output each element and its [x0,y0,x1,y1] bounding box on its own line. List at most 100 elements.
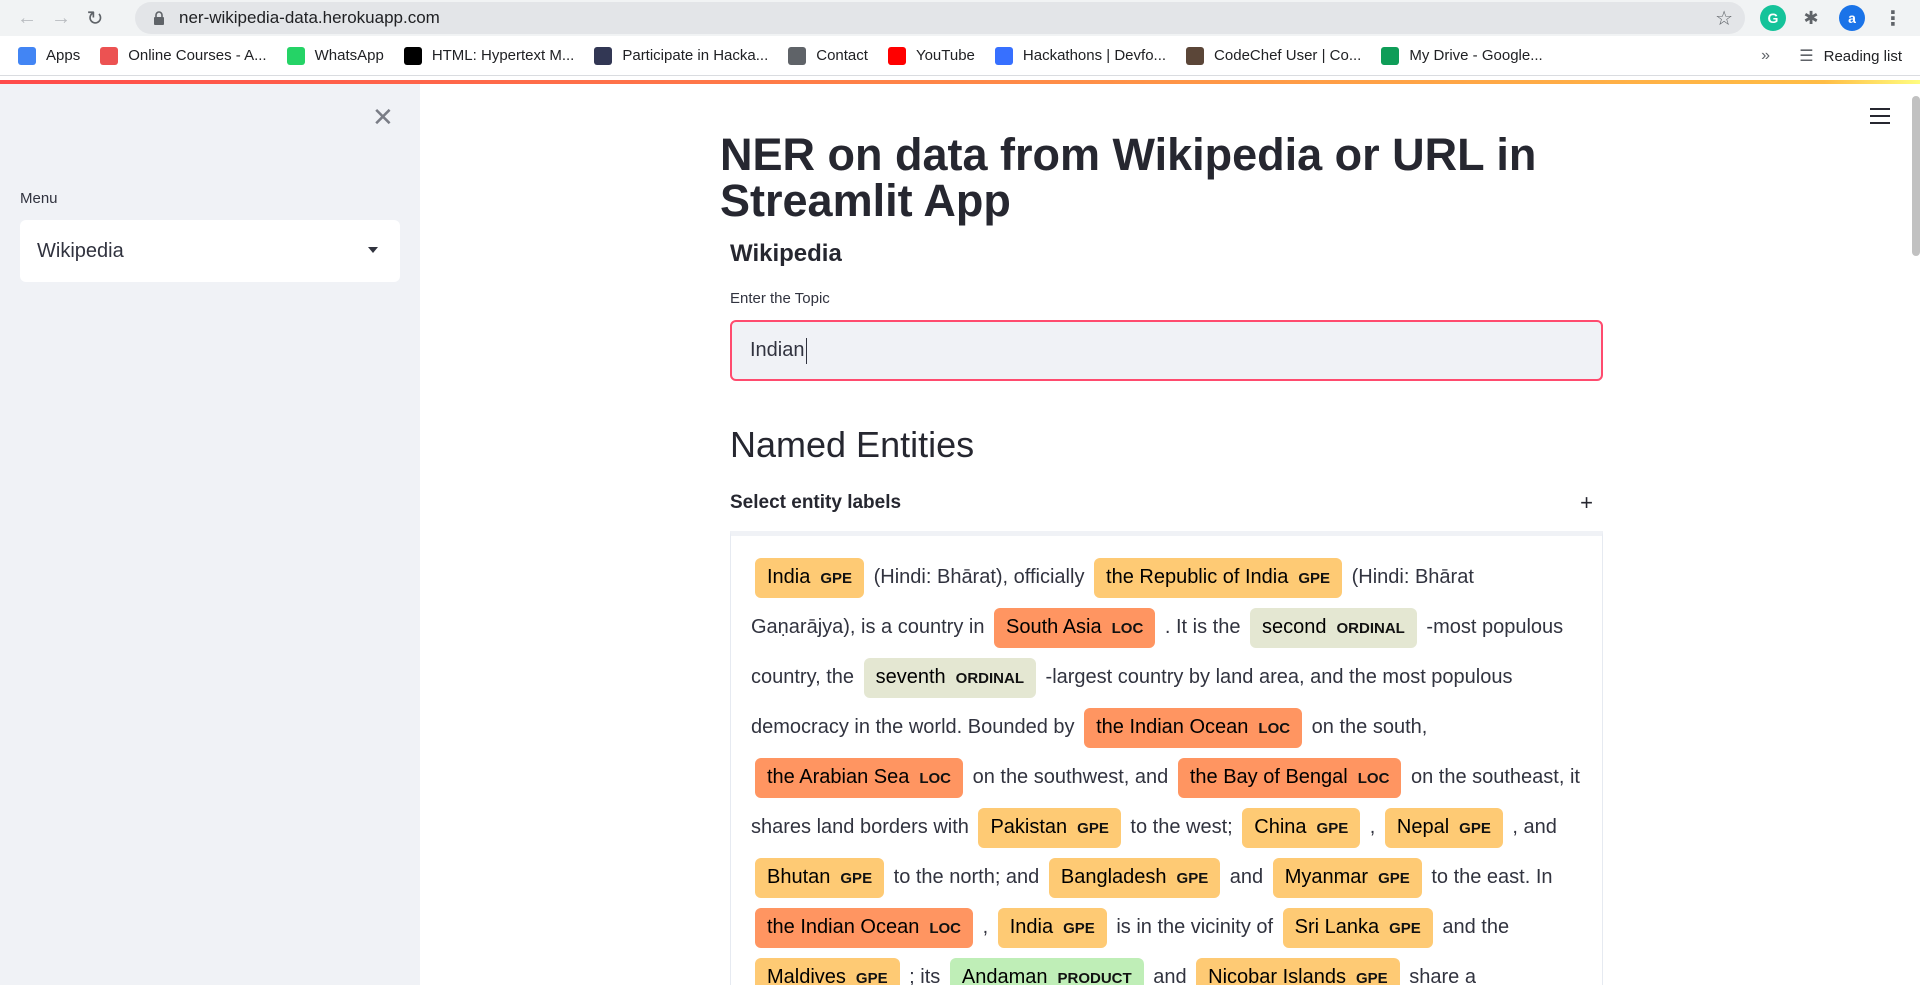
kebab-menu-icon[interactable]: ⋮ [1880,5,1906,31]
entity-highlight: the Arabian Sea LOC [755,758,964,798]
entity-text: India [767,566,811,588]
entity-text: the Arabian Sea [767,766,910,788]
bookmark-item[interactable]: Apps [8,36,90,76]
bookmark-star-icon[interactable]: ☆ [1715,6,1733,31]
entity-text: Nicobar Islands [1208,966,1346,985]
entity-highlight: Andaman PRODUCT [949,958,1144,985]
bookmark-label: WhatsApp [314,47,384,64]
entity-label: ORDINAL [1336,620,1405,637]
apps-grid-icon [18,46,36,65]
topic-input[interactable]: Indian [730,320,1603,381]
entity-label: LOC [1111,620,1144,637]
reading-list-icon: ☰ [1799,48,1814,65]
more-bookmarks-icon[interactable]: » [1761,36,1770,76]
entity-highlight: Nicobar Islands GPE [1196,958,1400,985]
entity-highlight: the Republic of India GPE [1094,558,1343,598]
entity-label: GPE [1316,820,1349,837]
entity-text: Sri Lanka [1294,916,1380,938]
bookmark-item[interactable]: My Drive - Google... [1371,36,1552,76]
plain-text: to the north; and [893,866,1040,888]
plain-text: (Hindi: Bhārat), officially [873,566,1085,588]
main-content: NER on data from Wikipedia or URL in Str… [420,84,1920,985]
plain-text: ; its [909,966,941,985]
entity-text: seventh [875,666,946,688]
chevron-down-icon [368,247,378,253]
expand-plus-icon[interactable]: + [1580,490,1593,516]
bookmark-label: Contact [816,47,868,64]
entity-label: LOC [1357,770,1390,787]
entity-highlight: the Indian Ocean LOC [1084,708,1303,748]
plain-text: and the [1442,916,1510,938]
plain-text: and [1229,866,1264,888]
plain-text: , [1369,816,1376,838]
entity-highlight: the Bay of Bengal LOC [1177,758,1402,798]
hamburger-menu-icon[interactable] [1870,108,1890,124]
entity-label: GPE [1389,920,1421,937]
subheader: Wikipedia [730,240,842,267]
close-sidebar-icon[interactable]: ✕ [372,102,394,133]
plain-text: on the south, [1311,716,1428,738]
bookmark-label: Apps [46,47,81,64]
entity-label: GPE [1356,970,1388,985]
google-drive-icon [1381,46,1400,65]
reading-list-button[interactable]: ☰ Reading list [1799,36,1902,76]
menu-select[interactable]: Wikipedia [20,220,400,282]
menu-select-value: Wikipedia [37,239,124,262]
bookmark-item[interactable]: WhatsApp [277,36,394,76]
entity-highlight: Nepal GPE [1384,808,1503,848]
plain-text: on the southwest, and [972,766,1169,788]
entity-label: GPE [1063,920,1095,937]
hackerearth-icon [594,46,613,65]
plain-text: , [982,916,989,938]
bookmark-label: My Drive - Google... [1409,47,1543,64]
entity-text: China [1254,816,1307,838]
address-bar[interactable]: ner-wikipedia-data.herokuapp.com ☆ [135,2,1745,34]
bookmark-label: HTML: Hypertext M... [431,47,575,64]
bookmark-item[interactable]: Participate in Hacka... [584,36,778,76]
entity-highlight: India GPE [755,558,865,598]
bookmark-item[interactable]: YouTube [878,36,985,76]
reload-icon[interactable]: ↻ [78,1,112,35]
entity-highlight: Sri Lanka GPE [1282,908,1433,948]
plain-text: share a [1409,966,1476,985]
entity-highlight: Myanmar GPE [1272,858,1422,898]
plain-text: . It is the [1164,616,1241,638]
bookmarks-bar: Apps Online Courses - A... WhatsApp HTML: H… [0,36,1920,76]
plain-text: is in the vicinity of [1116,916,1274,938]
topic-input-label: Enter the Topic [730,290,830,307]
entity-text: the Bay of Bengal [1189,766,1348,788]
mdn-icon [403,46,422,65]
bookmark-item[interactable]: HTML: Hypertext M... [394,36,585,76]
bookmark-label: CodeChef User | Co... [1214,47,1362,64]
entity-label: GPE [1176,870,1209,887]
back-icon[interactable]: ← [10,1,44,35]
expander-label: Select entity labels [730,492,902,513]
whatsapp-icon [286,46,305,65]
page-title: NER on data from Wikipedia or URL in Str… [720,129,1537,226]
entity-highlight: China GPE [1242,808,1361,848]
grammarly-icon[interactable]: G [1760,5,1786,31]
bookmark-item[interactable]: Contact [778,36,878,76]
entity-text: Andaman [961,966,1048,985]
entity-text: the Indian Ocean [1096,716,1249,738]
entity-label: GPE [855,970,888,985]
entity-text: Maldives [767,966,846,985]
reading-list-label: Reading list [1823,47,1902,65]
bookmark-item[interactable]: Hackathons | Devfo... [985,36,1176,76]
profile-avatar[interactable]: a [1839,5,1865,31]
url-text: ner-wikipedia-data.herokuapp.com [179,8,440,27]
entity-label: GPE [1077,820,1109,837]
plain-text: and [1153,966,1187,985]
entity-text: Pakistan [990,816,1068,838]
entity-text: second [1262,616,1327,638]
entity-labels-expander[interactable]: Select entity labels + [730,490,1603,516]
entity-label: GPE [1298,570,1331,587]
extensions-icon[interactable]: ✱ [1798,5,1824,31]
forward-icon[interactable]: → [44,1,78,35]
bookmark-item[interactable]: Online Courses - A... [90,36,276,76]
scrollbar[interactable] [1912,96,1920,256]
bookmark-item[interactable]: CodeChef User | Co... [1176,36,1371,76]
entity-highlight: India GPE [997,908,1107,948]
entity-highlight: Pakistan GPE [978,808,1121,848]
entity-label: LOC [1258,720,1291,737]
